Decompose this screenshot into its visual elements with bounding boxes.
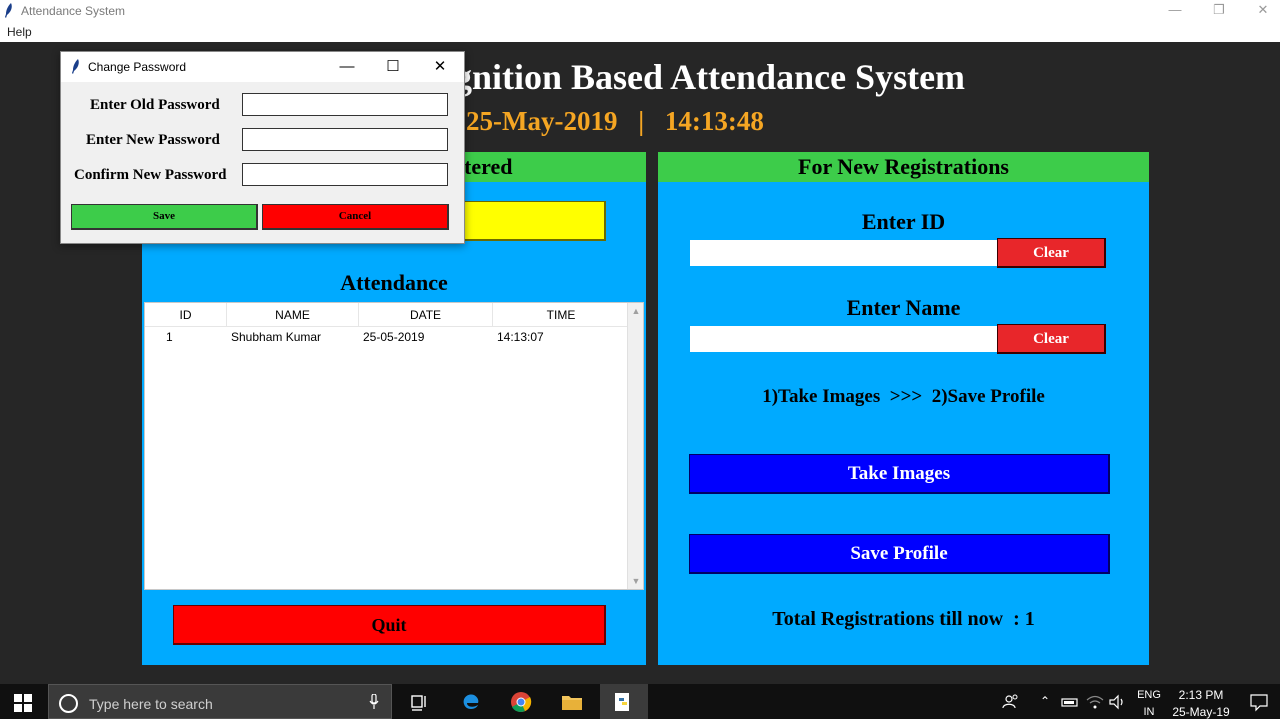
people-icon[interactable] bbox=[1000, 691, 1022, 713]
enter-name-label: Enter Name bbox=[846, 295, 961, 320]
language-bottom: IN bbox=[1143, 706, 1155, 718]
take-attendance-button[interactable] bbox=[464, 201, 606, 241]
column-header-time[interactable]: TIME bbox=[493, 303, 629, 327]
menu-help[interactable]: Help bbox=[7, 25, 32, 39]
menu-bar: Help bbox=[0, 22, 1280, 42]
battery-icon[interactable] bbox=[1060, 691, 1082, 713]
scroll-down-icon[interactable]: ▼ bbox=[628, 573, 644, 589]
wifi-icon[interactable] bbox=[1084, 691, 1106, 713]
app-title-text: gnition Based Attendance System bbox=[454, 57, 966, 97]
scroll-up-icon[interactable]: ▲ bbox=[628, 303, 644, 319]
cortana-icon[interactable] bbox=[59, 694, 78, 713]
task-view-icon[interactable] bbox=[408, 691, 430, 713]
file-explorer-icon[interactable] bbox=[561, 691, 583, 713]
dialog-title: Change Password bbox=[88, 60, 187, 74]
enter-name-input[interactable] bbox=[690, 326, 997, 352]
volume-icon[interactable] bbox=[1107, 691, 1129, 713]
dialog-titlebar: Change Password — ☐ ✕ bbox=[61, 52, 464, 82]
close-button[interactable]: ✕ bbox=[1240, 0, 1280, 22]
microphone-icon[interactable] bbox=[369, 694, 379, 710]
clear-name-button[interactable]: Clear bbox=[997, 324, 1106, 354]
time-text: 14:13:48 bbox=[664, 106, 764, 136]
enter-id-label: Enter ID bbox=[861, 209, 946, 234]
python-icon[interactable] bbox=[612, 691, 634, 713]
taskbar-clock[interactable]: 2:13 PM 25-May-19 bbox=[1166, 687, 1236, 719]
separator-text: | bbox=[638, 106, 645, 136]
cell-time: 14:13:07 bbox=[497, 330, 544, 344]
clock-time: 2:13 PM bbox=[1178, 688, 1224, 702]
save-profile-button[interactable]: Save Profile bbox=[689, 534, 1110, 574]
confirm-password-input[interactable] bbox=[242, 163, 448, 186]
confirm-password-label: Confirm New Password bbox=[74, 167, 227, 183]
enter-id-input[interactable] bbox=[690, 240, 997, 266]
change-password-dialog: Change Password — ☐ ✕ Enter Old Password… bbox=[60, 51, 465, 244]
maximize-button[interactable]: ❐ bbox=[1196, 0, 1242, 22]
new-password-label: Enter New Password bbox=[86, 132, 220, 148]
quit-button[interactable]: Quit bbox=[173, 605, 606, 645]
cell-date: 25-05-2019 bbox=[363, 330, 425, 344]
save-password-button[interactable]: Save bbox=[71, 204, 258, 230]
table-scrollbar[interactable]: ▲ ▼ bbox=[627, 303, 643, 589]
new-password-input[interactable] bbox=[242, 128, 448, 151]
column-header-date[interactable]: DATE bbox=[359, 303, 493, 327]
windows-start-icon[interactable] bbox=[14, 694, 32, 712]
taskbar: Type here to search ⌃ ENG IN 2:13 PM 25-… bbox=[0, 684, 1280, 719]
language-top: ENG bbox=[1137, 689, 1161, 701]
dialog-close-button[interactable]: ✕ bbox=[425, 56, 455, 78]
search-placeholder: Type here to search bbox=[89, 696, 213, 712]
datetime-display: 25-May-2019 | 14:13:48 bbox=[466, 106, 764, 137]
feather-icon bbox=[5, 3, 12, 18]
window-titlebar: Attendance System — ❐ ✕ bbox=[0, 0, 1280, 22]
new-registrations-header: For New Registrations bbox=[658, 152, 1149, 182]
dialog-maximize-button[interactable]: ☐ bbox=[378, 56, 408, 78]
feather-icon bbox=[72, 59, 79, 74]
show-hidden-icons-icon[interactable]: ⌃ bbox=[1040, 694, 1050, 708]
cell-name: Shubham Kumar bbox=[231, 330, 322, 344]
cancel-password-button[interactable]: Cancel bbox=[262, 204, 449, 230]
notifications-icon[interactable] bbox=[1248, 691, 1270, 713]
new-registrations-panel: For New Registrations Enter ID Clear Ent… bbox=[658, 152, 1149, 665]
attendance-title: Attendance bbox=[340, 270, 448, 295]
table-header: ID NAME DATE TIME bbox=[145, 303, 629, 327]
old-password-input[interactable] bbox=[242, 93, 448, 116]
taskbar-search-box[interactable]: Type here to search bbox=[48, 684, 392, 719]
edge-icon[interactable] bbox=[460, 691, 482, 713]
clock-date: 25-May-19 bbox=[1172, 705, 1230, 719]
minimize-button[interactable]: — bbox=[1152, 0, 1198, 22]
cell-id: 1 bbox=[166, 330, 173, 344]
window-title: Attendance System bbox=[21, 4, 126, 18]
attendance-table[interactable]: ID NAME DATE TIME 1 Shubham Kumar 25-05-… bbox=[144, 302, 644, 590]
chrome-icon[interactable] bbox=[510, 691, 532, 713]
dialog-minimize-button[interactable]: — bbox=[332, 56, 362, 78]
column-header-name[interactable]: NAME bbox=[227, 303, 359, 327]
old-password-label: Enter Old Password bbox=[90, 97, 220, 113]
date-text: 25-May-2019 bbox=[466, 106, 618, 136]
steps-instructions: 1)Take Images >>> 2)Save Profile bbox=[762, 386, 1045, 407]
language-indicator[interactable]: ENG IN bbox=[1135, 687, 1163, 719]
take-images-button[interactable]: Take Images bbox=[689, 454, 1110, 494]
column-header-id[interactable]: ID bbox=[145, 303, 227, 327]
clear-id-button[interactable]: Clear bbox=[997, 238, 1106, 268]
total-registrations-text: Total Registrations till now : 1 bbox=[772, 608, 1035, 630]
registered-header-text: tered bbox=[464, 154, 513, 179]
